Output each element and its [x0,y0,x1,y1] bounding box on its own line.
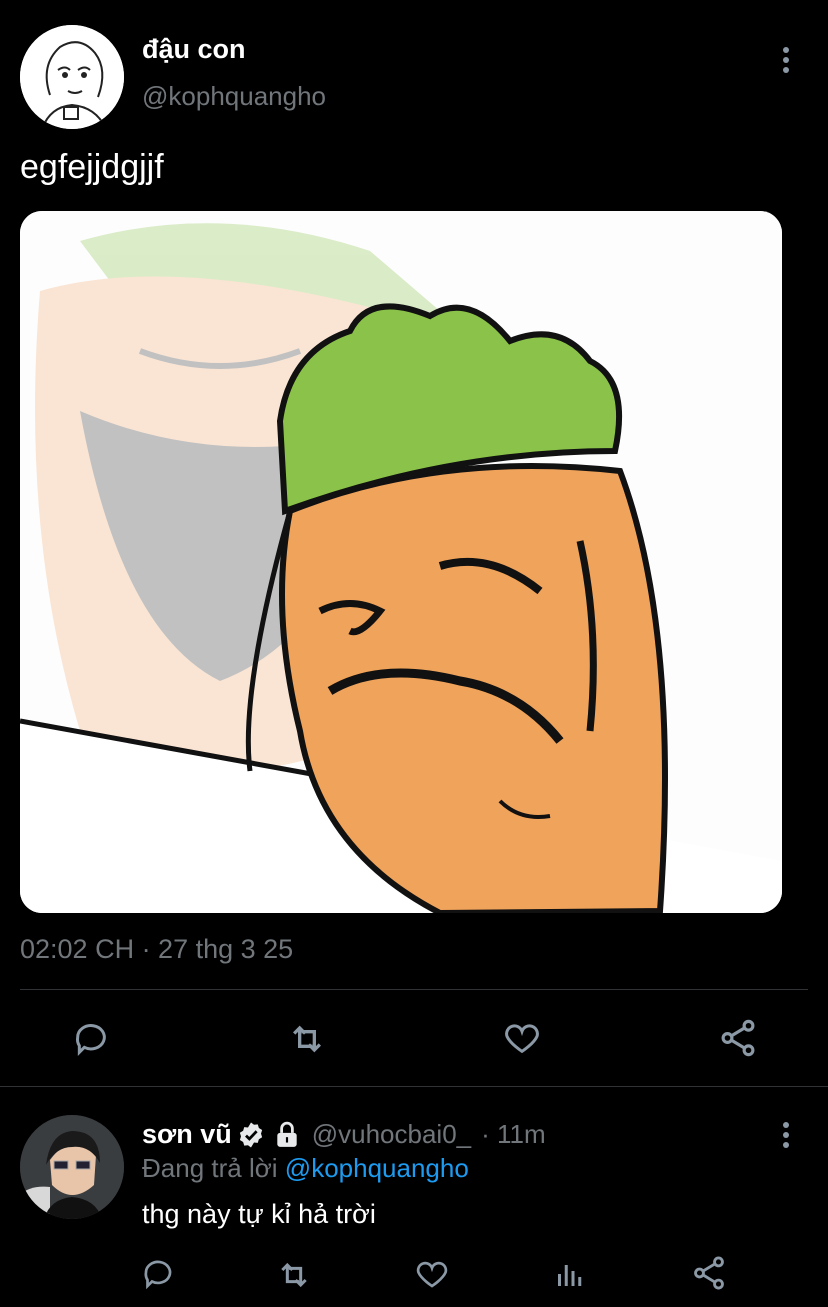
reply-author-name[interactable]: sơn vũ [142,1119,232,1150]
share-icon[interactable] [717,1017,759,1059]
author-handle[interactable]: @kophquangho [142,81,326,112]
reply-author-avatar[interactable] [20,1115,124,1219]
reply-header: sơn vũ @vuhocbai0_ · 11m [142,1119,546,1150]
reply-author-handle[interactable]: @vuhocbai0_ [312,1119,471,1150]
lock-icon [274,1121,300,1149]
reply-text: thg này tự kỉ hả trời [142,1199,376,1229]
divider [20,989,808,990]
like-icon[interactable] [414,1256,450,1292]
retweet-icon[interactable] [274,1255,314,1295]
tweet-text: egfejjdgjjf [20,148,164,186]
tweet-timestamp[interactable]: 02:02 CH · 27 thg 3 25 [20,934,293,965]
more-options-icon[interactable] [783,47,789,77]
reply-time[interactable]: · 11m [481,1119,546,1150]
like-icon[interactable] [502,1018,542,1058]
author-avatar[interactable] [20,25,124,129]
replying-to-line: Đang trả lời @kophquangho [142,1153,469,1184]
reply-icon[interactable] [71,1019,111,1059]
share-icon[interactable] [690,1254,728,1292]
reply-more-options-icon[interactable] [783,1122,789,1152]
reply-icon[interactable] [140,1256,176,1292]
verified-badge-icon [236,1120,266,1150]
retweet-icon[interactable] [285,1017,329,1061]
author-name[interactable]: đậu con [142,34,246,65]
replying-prefix: Đang trả lời [142,1153,278,1183]
carrot-character-drawing-icon [20,211,782,913]
tweet-media-image[interactable] [20,211,782,913]
divider [0,1086,828,1087]
analytics-icon[interactable] [552,1256,588,1292]
replying-to-handle[interactable]: @kophquangho [285,1153,469,1183]
